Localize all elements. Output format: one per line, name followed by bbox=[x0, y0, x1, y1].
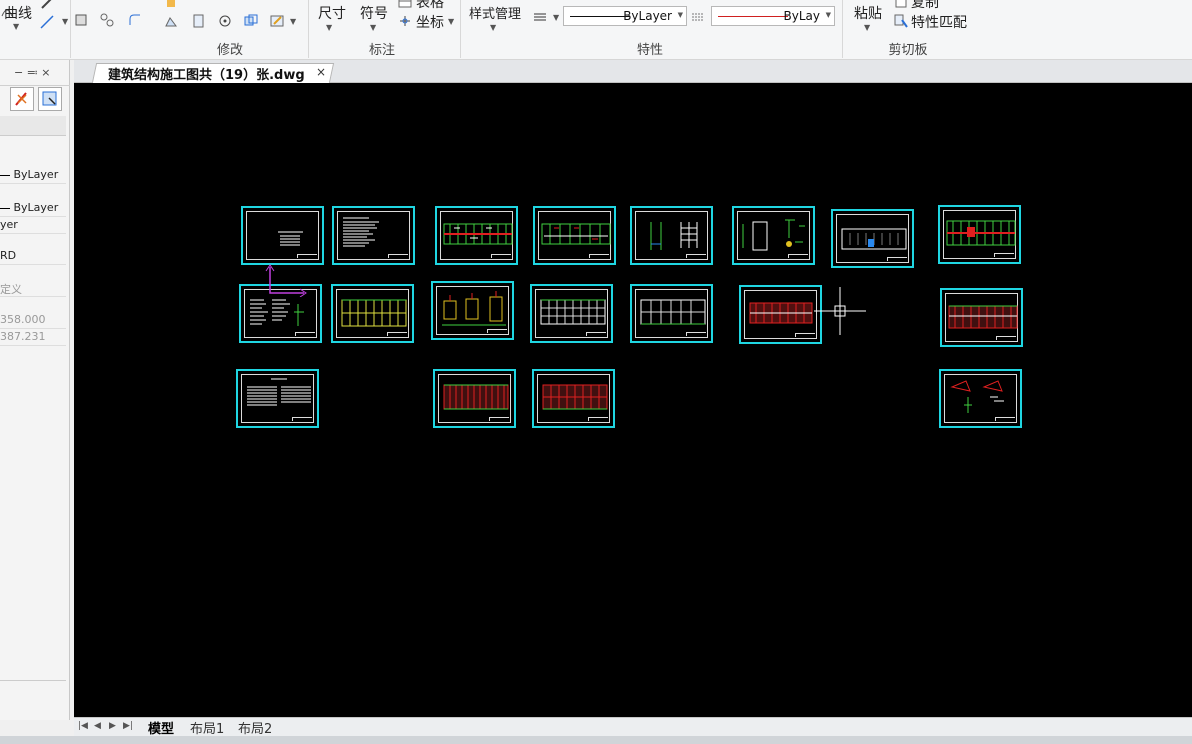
fillet-icon[interactable] bbox=[128, 13, 142, 27]
thickness-row-value: 定义 bbox=[0, 283, 22, 296]
edit-icon[interactable] bbox=[270, 14, 284, 28]
color-dropdown-icon: ▼ bbox=[825, 11, 831, 19]
linetype-row[interactable]: ByLayer bbox=[0, 168, 66, 184]
center-y-row: 387.231 bbox=[0, 330, 66, 346]
copy-objects-icon[interactable] bbox=[244, 14, 258, 28]
center-x-value: 358.000 bbox=[0, 313, 46, 326]
first-layout-icon[interactable]: |◀ bbox=[78, 721, 88, 731]
properties-panel: − ≕ × ByLayer ByLayer yer RD 定义 358.000 … bbox=[0, 60, 70, 720]
drawing-sheet[interactable] bbox=[739, 285, 822, 344]
crosshair-cursor bbox=[814, 287, 866, 335]
style-manager-button[interactable]: 样式管理 bbox=[469, 3, 521, 22]
linetype-scale-icon[interactable] bbox=[691, 10, 705, 24]
drawing-sheet[interactable] bbox=[938, 205, 1021, 264]
drawing-sheet[interactable] bbox=[940, 288, 1023, 347]
tab-model[interactable]: 模型 bbox=[148, 718, 174, 737]
ucs-icon bbox=[265, 264, 307, 297]
drawing-sheet[interactable] bbox=[241, 206, 324, 265]
line-dropdown-icon[interactable]: ▼ bbox=[62, 17, 68, 26]
drawing-sheet[interactable] bbox=[431, 281, 514, 340]
symbol-button[interactable]: 符号 bbox=[360, 3, 388, 23]
linetype-row-value: ByLayer bbox=[13, 168, 59, 181]
document-tab-title[interactable]: 建筑结构施工图共（19）张.dwg bbox=[108, 64, 305, 83]
lineweight-icon[interactable] bbox=[533, 10, 547, 24]
scale-icon[interactable] bbox=[192, 14, 206, 28]
panel-divider bbox=[0, 680, 66, 681]
drawing-sheet[interactable] bbox=[435, 206, 518, 265]
status-bar bbox=[0, 736, 1192, 744]
drawing-sheet[interactable] bbox=[939, 369, 1022, 428]
tab-layout1[interactable]: 布局1 bbox=[190, 718, 224, 737]
drawing-sheet[interactable] bbox=[331, 284, 414, 343]
transparency-row[interactable]: RD bbox=[0, 249, 66, 265]
drawing-sheet[interactable] bbox=[533, 206, 616, 265]
symbol-dropdown-icon[interactable]: ▼ bbox=[370, 23, 376, 32]
linetype-value: ByLayer bbox=[623, 9, 672, 23]
drawing-sheet[interactable] bbox=[630, 284, 713, 343]
panel-category bbox=[0, 116, 66, 136]
table-button[interactable]: 表格 bbox=[416, 0, 444, 12]
linetype-select[interactable]: ByLayer ▼ bbox=[563, 6, 687, 26]
coordinate-button[interactable]: 坐标 bbox=[416, 12, 444, 32]
drawing-canvas[interactable] bbox=[74, 83, 1192, 717]
drawing-sheet[interactable] bbox=[433, 369, 516, 428]
layout-tab-bar: |◀ ◀ ▶ ▶| 模型 布局1 布局2 bbox=[74, 717, 1192, 737]
plotstyle-row-value: yer bbox=[0, 218, 18, 231]
line-icon[interactable] bbox=[40, 15, 54, 29]
drawing-sheet[interactable] bbox=[236, 369, 319, 428]
ribbon: 曲线 ▼ ▼ ▼ 修改 尺寸 ▼ 符号 ▼ 表格 坐标 ▼ 标注 样式管理 ▼ … bbox=[0, 0, 1192, 60]
paste-button[interactable]: 粘贴 bbox=[854, 3, 882, 23]
match-properties-icon[interactable] bbox=[894, 14, 908, 28]
quick-select-icon[interactable] bbox=[38, 87, 62, 111]
plotstyle-row[interactable]: yer bbox=[0, 218, 66, 234]
panel-header-buttons[interactable]: − ≕ × bbox=[14, 66, 50, 79]
drawing-sheet[interactable] bbox=[532, 369, 615, 428]
center-y-value: 387.231 bbox=[0, 330, 46, 343]
next-layout-icon[interactable]: ▶ bbox=[109, 721, 116, 731]
modify-dropdown-icon[interactable]: ▼ bbox=[290, 17, 296, 26]
curve-dropdown-icon[interactable]: ▼ bbox=[13, 22, 19, 31]
center-x-row: 358.000 bbox=[0, 313, 66, 329]
rectangle-icon[interactable] bbox=[74, 13, 88, 27]
match-properties-button[interactable]: 特性匹配 bbox=[911, 12, 967, 32]
color-select[interactable]: ByLay ▼ bbox=[711, 6, 835, 26]
lineweight-dropdown-icon[interactable]: ▼ bbox=[553, 13, 559, 22]
properties-group-label: 特性 bbox=[636, 43, 663, 58]
clear-selection-icon[interactable] bbox=[10, 87, 34, 111]
close-tab-icon[interactable]: × bbox=[316, 65, 326, 79]
rotate-icon[interactable] bbox=[218, 14, 232, 28]
dimension-dropdown-icon[interactable]: ▼ bbox=[326, 23, 332, 32]
stretch-icon[interactable] bbox=[164, 14, 178, 28]
array-icon[interactable] bbox=[100, 13, 114, 27]
thickness-row[interactable]: 定义 bbox=[0, 281, 66, 297]
dimension-button[interactable]: 尺寸 bbox=[318, 3, 346, 23]
annotate-group-label: 标注 bbox=[368, 43, 395, 58]
coordinate-icon[interactable] bbox=[398, 14, 412, 28]
modify-group-label: 修改 bbox=[216, 43, 243, 58]
transparency-row-value: RD bbox=[0, 249, 17, 262]
color-value: ByLay bbox=[783, 9, 820, 23]
drawing-sheet[interactable] bbox=[831, 209, 914, 268]
coordinate-dropdown-icon[interactable]: ▼ bbox=[448, 17, 454, 26]
move-icon[interactable] bbox=[164, 0, 178, 10]
prev-layout-icon[interactable]: ◀ bbox=[94, 721, 101, 731]
table-icon[interactable] bbox=[398, 0, 412, 9]
tab-layout2[interactable]: 布局2 bbox=[238, 718, 272, 737]
paste-dropdown-icon[interactable]: ▼ bbox=[864, 23, 870, 32]
pencil-icon[interactable] bbox=[40, 0, 54, 10]
drawing-sheet[interactable] bbox=[732, 206, 815, 265]
copy-button[interactable]: 复制 bbox=[911, 0, 939, 12]
drawing-sheet[interactable] bbox=[530, 284, 613, 343]
panel-header: − ≕ × bbox=[0, 60, 70, 86]
drawing-sheet[interactable] bbox=[332, 206, 415, 265]
curve-label[interactable]: 曲线 bbox=[4, 3, 32, 23]
lineweight-row[interactable]: ByLayer bbox=[0, 201, 66, 217]
drawing-sheet[interactable] bbox=[630, 206, 713, 265]
clipboard-group-label: 剪切板 bbox=[888, 43, 928, 58]
last-layout-icon[interactable]: ▶| bbox=[123, 721, 133, 731]
copy-icon[interactable] bbox=[894, 0, 908, 9]
style-manager-dropdown-icon[interactable]: ▼ bbox=[490, 23, 496, 32]
lineweight-row-value: ByLayer bbox=[13, 201, 59, 214]
linetype-dropdown-icon: ▼ bbox=[677, 11, 683, 19]
